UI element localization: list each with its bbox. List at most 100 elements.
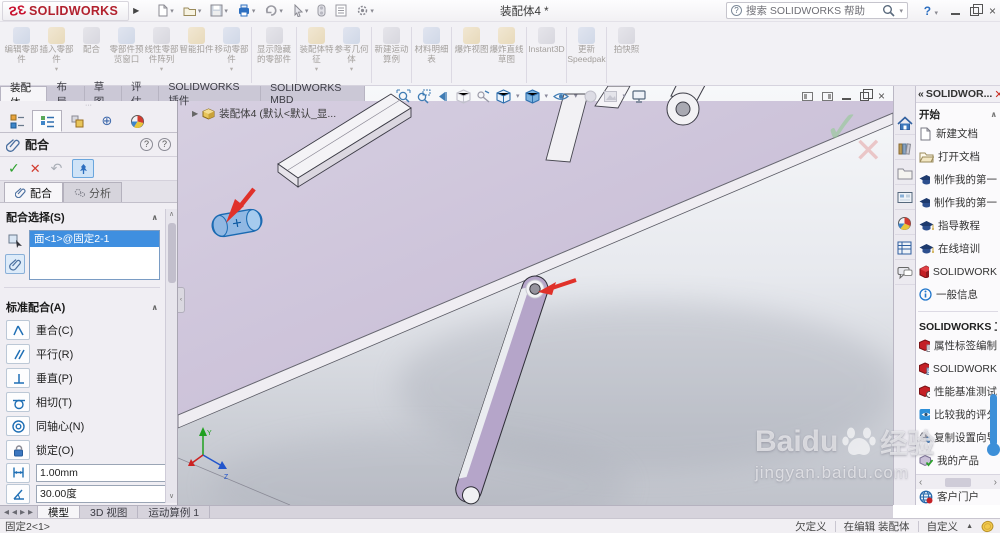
angle-mate-button[interactable] bbox=[6, 483, 30, 504]
panel-scrollbar[interactable]: ∧ ∨ bbox=[165, 209, 177, 503]
motion-study-tab[interactable]: 运动算例 1 bbox=[138, 506, 211, 519]
solidworks-logo[interactable]: ЗS SOLIDWORKS bbox=[2, 0, 130, 21]
panel-grip[interactable]: ··· bbox=[0, 101, 177, 109]
perpendicular-mate-row[interactable]: 垂直(P) bbox=[0, 366, 164, 390]
quick-tip-coin-icon[interactable] bbox=[981, 520, 994, 533]
pane-left-icon[interactable] bbox=[801, 91, 813, 101]
minimize-button[interactable] bbox=[950, 7, 960, 15]
restore-button[interactable] bbox=[969, 3, 983, 16]
help-button[interactable]: ? ▾ bbox=[924, 4, 938, 18]
rebuild-button[interactable] bbox=[314, 4, 329, 17]
hide-show-items-icon[interactable] bbox=[553, 89, 570, 104]
model-tab[interactable]: 模型 bbox=[38, 506, 80, 519]
property-tab-builder-item[interactable]: 属性标签编制 bbox=[919, 334, 997, 357]
solidworks-rx-item[interactable]: SOLIDWORK bbox=[919, 357, 997, 380]
explode-line-sketch-button[interactable]: 爆炸直线草图 bbox=[489, 25, 524, 64]
component-preview-button[interactable]: 零部件预览窗口 bbox=[109, 25, 144, 64]
whats-new-help-icon[interactable]: ? bbox=[140, 138, 153, 151]
scroll-left-icon[interactable]: ‹ bbox=[919, 477, 922, 488]
edit-appearance-icon[interactable] bbox=[583, 89, 598, 104]
angle-input[interactable] bbox=[37, 485, 177, 502]
doc-restore-button[interactable] bbox=[859, 88, 873, 101]
property-manager-tab[interactable] bbox=[32, 110, 62, 132]
compare-score-item[interactable]: 比较我的评分 bbox=[919, 403, 997, 426]
mates-subtab[interactable]: 配合 bbox=[4, 182, 63, 202]
undo-mate-button[interactable]: ↶ bbox=[51, 160, 63, 177]
tangent-mate-row[interactable]: 相切(T) bbox=[0, 390, 164, 414]
tree-expand-icon[interactable]: ▶ bbox=[192, 109, 198, 118]
display-style-icon[interactable] bbox=[524, 88, 540, 104]
prev-tab-icon[interactable]: ◀ bbox=[11, 508, 18, 516]
display-style-dropdown-icon[interactable]: ▾ bbox=[545, 92, 549, 100]
hide-show-dropdown-icon[interactable]: ▾ bbox=[574, 92, 578, 100]
solidworks-tools-title[interactable]: SOLIDWORKS 工... bbox=[919, 319, 997, 334]
performance-benchmark-item[interactable]: 性能基准测试 bbox=[919, 380, 997, 403]
search-dropdown-icon[interactable]: ▾ bbox=[899, 7, 903, 15]
custom-properties-tab[interactable] bbox=[894, 237, 915, 260]
tree-root-label[interactable]: 装配体4 (默认<默认_显... bbox=[219, 106, 336, 121]
configuration-manager-tab[interactable] bbox=[62, 110, 92, 132]
linear-pattern-button[interactable]: 线性零部件阵列 ▾ bbox=[144, 25, 179, 73]
graphics-area[interactable]: ✓ ✕ Y Z ▶ 装配体4 (默认<默认_显... ▾ ▾ ▾ ▾ × ‹ bbox=[178, 86, 893, 505]
parallel-mate-row[interactable]: 平行(R) bbox=[0, 342, 164, 366]
last-tab-icon[interactable]: ▶ bbox=[27, 508, 34, 516]
flyout-feature-tree[interactable]: ▶ 装配体4 (默认<默认_显... bbox=[188, 106, 336, 121]
open-document-item[interactable]: 打开文档 bbox=[919, 145, 997, 168]
multiple-mate-mode-button[interactable] bbox=[5, 254, 25, 274]
status-custom-label[interactable]: 自定义 bbox=[927, 519, 959, 533]
forum-tab[interactable] bbox=[894, 262, 915, 285]
tutorials-item[interactable]: 指导教程 bbox=[919, 214, 997, 237]
edit-component-button[interactable]: 编辑零部件 bbox=[4, 25, 39, 64]
scroll-right-icon[interactable]: › bbox=[994, 477, 997, 488]
online-training-item[interactable]: 在线培训 bbox=[919, 237, 997, 260]
view-orientation-icon[interactable] bbox=[496, 88, 511, 104]
assembly-features-button[interactable]: 装配体特征 ▾ bbox=[299, 25, 334, 73]
previous-view-icon[interactable] bbox=[436, 89, 451, 104]
tab-evaluate[interactable]: 评估 bbox=[122, 81, 160, 108]
scrollbar-thumb[interactable] bbox=[167, 223, 176, 283]
mate-selections-listbox[interactable]: 面<1>@固定2-1 bbox=[29, 230, 160, 280]
dimxpert-manager-tab[interactable]: ⊕ bbox=[92, 110, 122, 132]
scene-dropdown-icon[interactable]: ▾ bbox=[623, 92, 627, 100]
tab-solidworks-addins[interactable]: SOLIDWORKS 插件 bbox=[159, 81, 262, 107]
options-button[interactable]: ▾ bbox=[353, 4, 377, 17]
coincident-mate-row[interactable]: 重合(C) bbox=[0, 318, 164, 342]
take-snapshot-button[interactable]: 拍快照 bbox=[609, 25, 644, 55]
file-properties-button[interactable] bbox=[332, 4, 350, 17]
view-tools-icon[interactable] bbox=[476, 89, 491, 104]
cancel-button[interactable]: ✕ bbox=[30, 161, 41, 177]
cancel-x-icon[interactable]: ✕ bbox=[854, 132, 883, 170]
select-button[interactable]: ▾ bbox=[289, 4, 312, 17]
selected-entity[interactable]: 面<1>@固定2-1 bbox=[30, 231, 159, 247]
design-library-tab[interactable] bbox=[894, 137, 915, 160]
first-assembly-tutorial-item[interactable]: 制作我的第一 bbox=[919, 191, 997, 214]
task-pane-hscrollbar[interactable]: ‹ › bbox=[916, 474, 1000, 489]
feature-manager-tab[interactable] bbox=[2, 110, 32, 132]
print-button[interactable]: ▾ bbox=[234, 4, 259, 17]
update-speedpak-button[interactable]: 更新Speedpak bbox=[567, 25, 606, 64]
entities-to-mate-icon[interactable] bbox=[5, 230, 25, 250]
instant3d-button[interactable]: Instant3D bbox=[528, 25, 565, 55]
standard-mates-header[interactable]: 标准配合(A) ∧ bbox=[0, 293, 164, 318]
panel-collapse-handle[interactable]: ‹ bbox=[178, 287, 185, 313]
move-component-button[interactable]: 移动零部件 ▾ bbox=[214, 25, 249, 73]
collapse-icon[interactable]: ∧ bbox=[152, 213, 159, 222]
collapse-pane-icon[interactable]: « bbox=[918, 88, 924, 100]
resources-home-tab[interactable] bbox=[894, 112, 915, 135]
first-part-tutorial-item[interactable]: 制作我的第一 bbox=[919, 168, 997, 191]
apply-scene-icon[interactable] bbox=[603, 89, 618, 104]
first-tab-icon[interactable]: ◀ bbox=[3, 508, 10, 516]
exploded-view-button[interactable]: 爆炸视图 bbox=[454, 25, 489, 55]
keep-visible-pin-button[interactable] bbox=[72, 159, 95, 178]
analysis-subtab[interactable]: 分析 bbox=[63, 182, 122, 202]
lock-mate-row[interactable]: 锁定(O) bbox=[0, 438, 164, 462]
concentric-mate-row[interactable]: 同轴心(N) bbox=[0, 414, 164, 438]
collapse-icon[interactable]: ∧ bbox=[152, 303, 159, 312]
pane-right-icon[interactable] bbox=[821, 91, 833, 101]
getting-started-title[interactable]: 开始 ∧ bbox=[919, 107, 997, 122]
doc-minimize-button[interactable] bbox=[841, 92, 851, 100]
view-orientation-dropdown-icon[interactable]: ▾ bbox=[516, 92, 520, 100]
general-information-item[interactable]: 一般信息 bbox=[919, 283, 997, 306]
undo-button[interactable]: ▾ bbox=[261, 4, 286, 17]
view-palette-tab[interactable] bbox=[894, 187, 915, 210]
